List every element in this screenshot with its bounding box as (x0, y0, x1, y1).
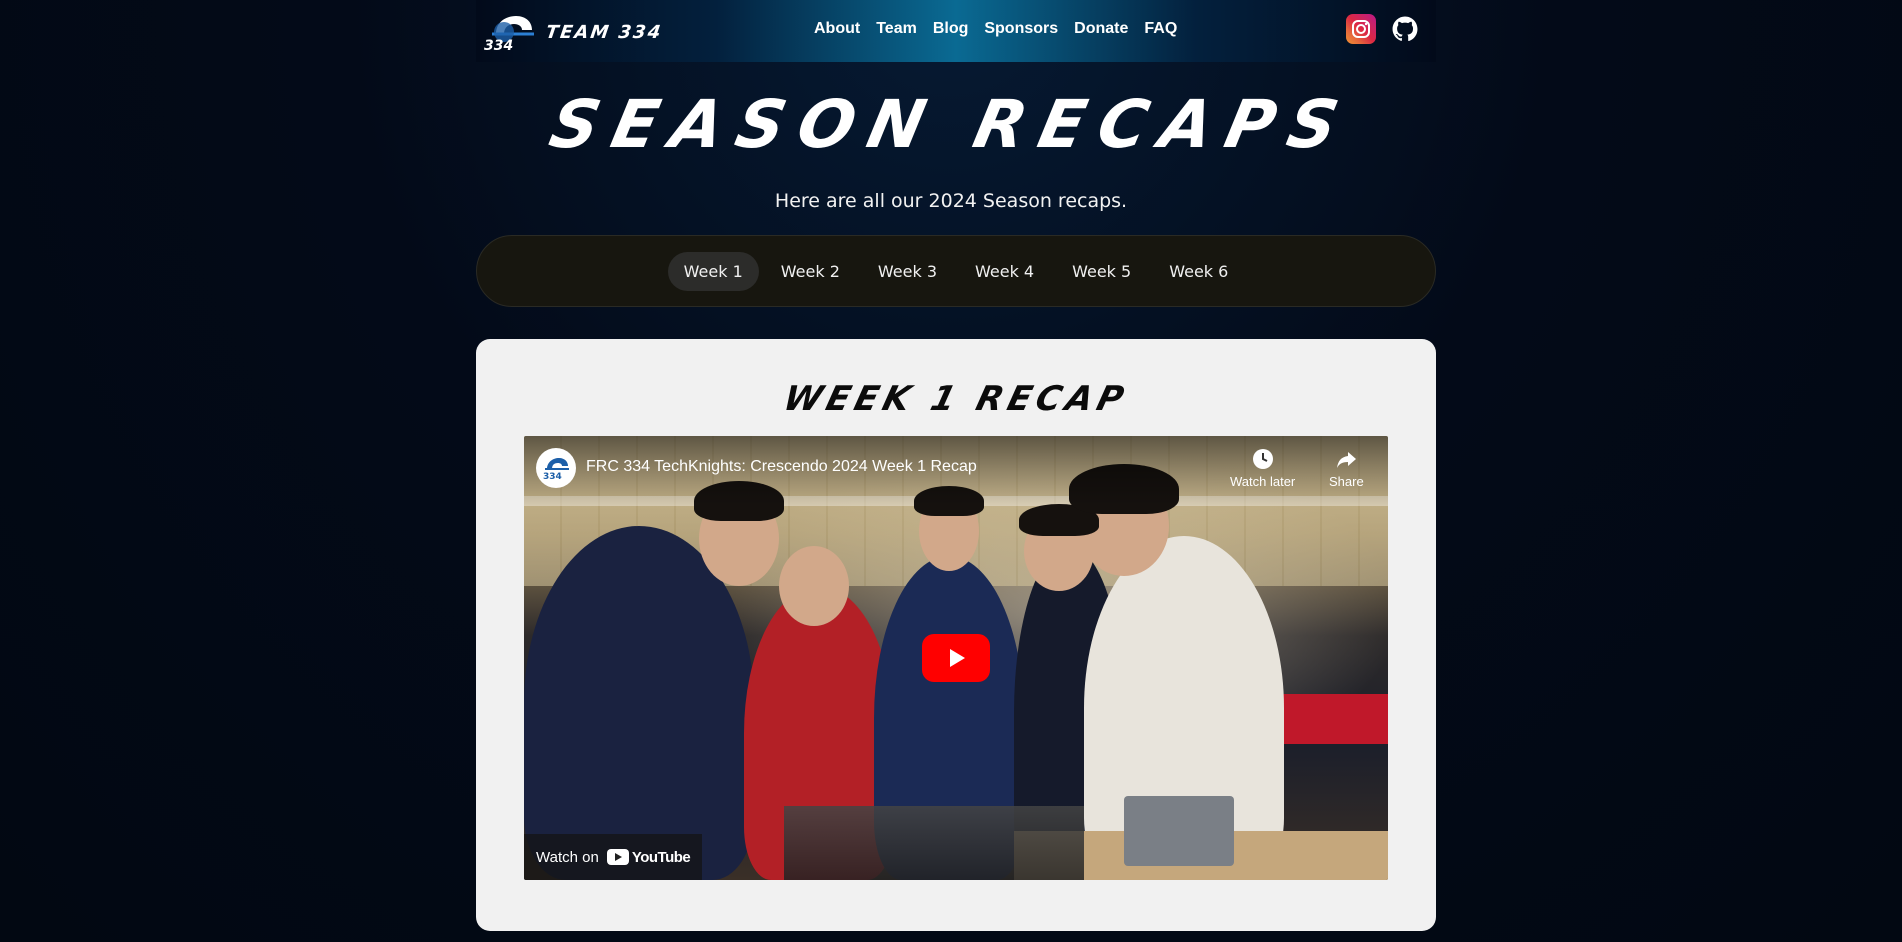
svg-text:334: 334 (484, 38, 513, 52)
thumbnail-battery (1124, 796, 1234, 866)
tab-week-5[interactable]: Week 5 (1056, 252, 1147, 291)
recap-card: WEEK 1 RECAP 334 FRC 334 TechKnights: Cr… (476, 339, 1436, 931)
play-icon (950, 649, 965, 667)
share-button[interactable]: Share (1329, 448, 1364, 489)
brand-text: TEAM 334 (544, 21, 664, 43)
watch-later-label: Watch later (1230, 474, 1296, 489)
thumbnail-head (779, 546, 849, 626)
social-icons (1346, 14, 1418, 44)
share-label: Share (1329, 474, 1364, 489)
channel-avatar[interactable]: 334 (536, 448, 576, 488)
share-icon (1337, 452, 1357, 468)
tab-week-3[interactable]: Week 3 (862, 252, 953, 291)
video-title[interactable]: FRC 334 TechKnights: Crescendo 2024 Week… (586, 458, 977, 476)
svg-text:334: 334 (543, 472, 562, 481)
page: 334 TEAM 334 About Team Blog Sponsors Do… (0, 0, 1902, 942)
nav-link-about[interactable]: About (806, 20, 868, 38)
youtube-icon (606, 849, 629, 865)
youtube-wordmark: YouTube (631, 848, 691, 866)
nav-links: About Team Blog Sponsors Donate FAQ (806, 20, 1185, 38)
watch-later-button[interactable]: Watch later (1230, 448, 1295, 489)
nav-link-sponsors[interactable]: Sponsors (976, 20, 1066, 38)
tab-week-2[interactable]: Week 2 (765, 252, 856, 291)
watch-on-label: Watch on (536, 848, 599, 866)
github-icon[interactable] (1392, 16, 1418, 42)
tab-week-6[interactable]: Week 6 (1153, 252, 1244, 291)
play-button[interactable] (922, 634, 990, 682)
page-title: SEASON RECAPS (543, 86, 1359, 163)
tab-week-4[interactable]: Week 4 (959, 252, 1050, 291)
watch-on-youtube-button[interactable]: Watch on YouTube (524, 834, 703, 880)
nav-link-donate[interactable]: Donate (1066, 20, 1136, 38)
navbar: 334 TEAM 334 About Team Blog Sponsors Do… (476, 0, 1436, 62)
clock-icon (1252, 449, 1273, 469)
tab-week-1[interactable]: Week 1 (667, 251, 759, 291)
nav-link-faq[interactable]: FAQ (1136, 20, 1185, 38)
nav-link-team[interactable]: Team (868, 20, 925, 38)
page-subtitle: Here are all our 2024 Season recaps. (774, 190, 1128, 212)
team-logo-icon: 334 (484, 16, 534, 52)
week-tabs: Week 1 Week 2 Week 3 Week 4 Week 5 Week … (476, 235, 1436, 307)
thumbnail-robot (784, 806, 1084, 880)
recap-title: WEEK 1 RECAP (779, 379, 1133, 419)
youtube-logo: YouTube (606, 848, 691, 866)
nav-link-blog[interactable]: Blog (925, 20, 977, 38)
youtube-embed[interactable]: 334 FRC 334 TechKnights: Crescendo 2024 … (524, 436, 1388, 880)
channel-logo-icon: 334 (543, 458, 569, 481)
instagram-icon[interactable] (1346, 14, 1376, 44)
brand[interactable]: 334 TEAM 334 (482, 12, 664, 52)
